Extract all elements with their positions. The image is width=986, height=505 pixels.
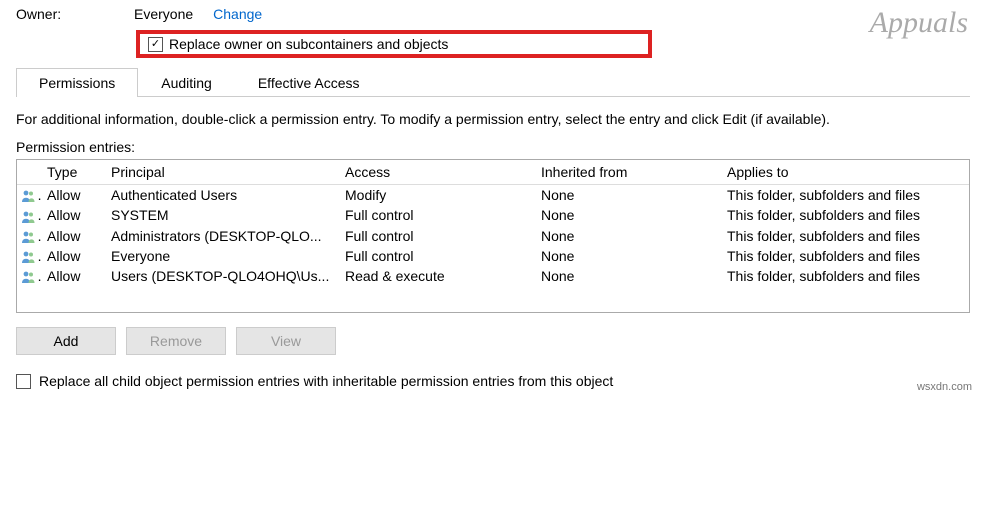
users-icon [21,210,37,224]
cell-access: Full control [339,226,535,246]
add-button[interactable]: Add [16,327,116,355]
table-row[interactable]: AllowAdministrators (DESKTOP-QLO...Full … [17,226,969,246]
permission-table: Type Principal Access Inherited from App… [17,160,969,286]
cell-inherited: None [535,266,721,286]
cell-access: Modify [339,185,535,206]
cell-principal: Administrators (DESKTOP-QLO... [105,226,339,246]
cell-access: Full control [339,205,535,225]
info-text: For additional information, double-click… [16,111,970,127]
cell-principal: Users (DESKTOP-QLO4OHQ\Us... [105,266,339,286]
replace-child-label: Replace all child object permission entr… [39,373,613,389]
col-inherited[interactable]: Inherited from [535,160,721,185]
permission-table-container: Type Principal Access Inherited from App… [16,159,970,313]
cell-inherited: None [535,185,721,206]
owner-label: Owner: [16,6,126,22]
users-icon [21,189,37,203]
cell-type: Allow [41,185,105,206]
cell-inherited: None [535,246,721,266]
cell-inherited: None [535,226,721,246]
table-header-row: Type Principal Access Inherited from App… [17,160,969,185]
watermark-logo: Appuals [870,6,968,40]
table-row[interactable]: AllowSYSTEMFull controlNoneThis folder, … [17,205,969,225]
col-type[interactable]: Type [41,160,105,185]
cell-type: Allow [41,226,105,246]
cell-applies: This folder, subfolders and files [721,185,969,206]
cell-type: Allow [41,266,105,286]
cell-type: Allow [41,246,105,266]
replace-owner-checkbox[interactable] [148,37,163,52]
col-principal[interactable]: Principal [105,160,339,185]
view-button[interactable]: View [236,327,336,355]
users-icon [21,230,37,244]
replace-child-checkbox[interactable] [16,374,31,389]
table-row[interactable]: AllowAuthenticated UsersModifyNoneThis f… [17,185,969,206]
tab-effective-access[interactable]: Effective Access [235,68,383,97]
cell-principal: Authenticated Users [105,185,339,206]
users-icon [21,270,37,284]
entries-label: Permission entries: [16,139,970,155]
remove-button[interactable]: Remove [126,327,226,355]
cell-access: Read & execute [339,266,535,286]
replace-owner-highlight: Replace owner on subcontainers and objec… [136,30,652,58]
cell-principal: Everyone [105,246,339,266]
cell-applies: This folder, subfolders and files [721,266,969,286]
table-row[interactable]: AllowUsers (DESKTOP-QLO4OHQ\Us...Read & … [17,266,969,286]
cell-applies: This folder, subfolders and files [721,246,969,266]
col-access[interactable]: Access [339,160,535,185]
owner-value: Everyone [134,6,193,22]
table-row[interactable]: AllowEveryoneFull controlNoneThis folder… [17,246,969,266]
col-applies[interactable]: Applies to [721,160,969,185]
watermark-text: wsxdn.com [917,381,972,393]
cell-inherited: None [535,205,721,225]
cell-access: Full control [339,246,535,266]
tab-permissions[interactable]: Permissions [16,68,138,97]
cell-applies: This folder, subfolders and files [721,226,969,246]
replace-owner-label: Replace owner on subcontainers and objec… [169,36,448,52]
cell-applies: This folder, subfolders and files [721,205,969,225]
users-icon [21,250,37,264]
tab-strip: Permissions Auditing Effective Access [16,68,970,97]
cell-type: Allow [41,205,105,225]
tab-auditing[interactable]: Auditing [138,68,235,97]
change-owner-link[interactable]: Change [213,6,262,22]
cell-principal: SYSTEM [105,205,339,225]
